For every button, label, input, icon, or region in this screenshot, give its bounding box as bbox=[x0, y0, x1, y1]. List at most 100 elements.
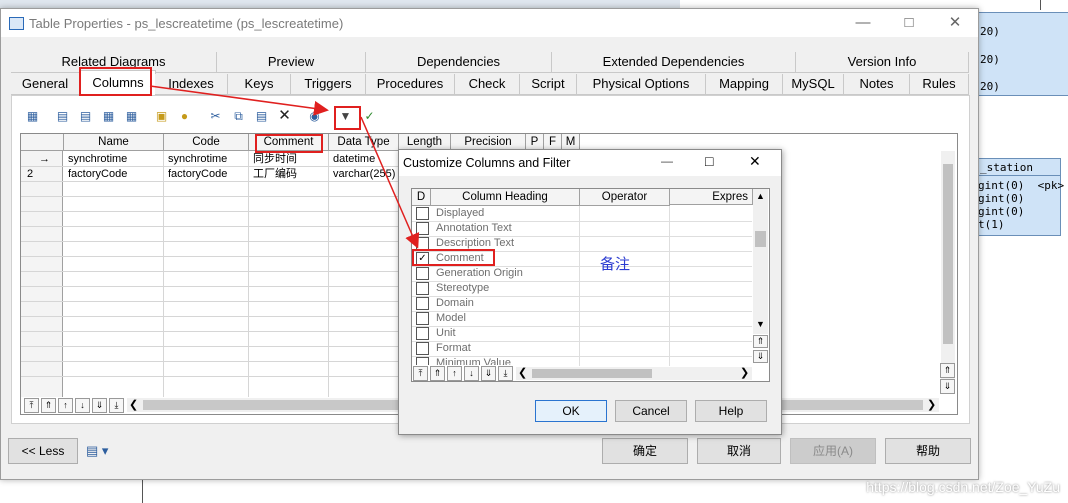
tab-check[interactable]: Check bbox=[455, 74, 520, 95]
move-bottom-icon[interactable]: ⤓ bbox=[498, 366, 513, 381]
scroll-left-icon[interactable]: ❮ bbox=[129, 398, 138, 411]
tab-rules[interactable]: Rules bbox=[910, 74, 969, 95]
list-item[interactable]: Stereotype bbox=[412, 281, 752, 297]
maximize-icon[interactable]: □ bbox=[705, 153, 713, 169]
insert-row-icon[interactable]: ▤ bbox=[54, 108, 71, 124]
move-top-icon[interactable]: ⤒ bbox=[413, 366, 428, 381]
delete-icon[interactable]: ✕ bbox=[276, 108, 293, 124]
find-icon[interactable]: ◉ bbox=[306, 108, 323, 124]
move-page-up-icon[interactable]: ⇑ bbox=[430, 366, 445, 381]
scroll-top-icon[interactable]: ⇑ bbox=[753, 335, 768, 348]
help-button[interactable]: 帮助 bbox=[885, 438, 971, 464]
move-up-icon[interactable]: ↑ bbox=[58, 398, 73, 413]
list-header-operator[interactable]: Operator bbox=[580, 189, 670, 206]
tab-procedures[interactable]: Procedures bbox=[366, 74, 455, 95]
checkbox[interactable] bbox=[416, 312, 429, 325]
checkbox[interactable] bbox=[416, 282, 429, 295]
checkbox[interactable] bbox=[416, 267, 429, 280]
tab-notes[interactable]: Notes bbox=[844, 74, 910, 95]
scroll-up-icon[interactable]: ⇑ bbox=[940, 363, 955, 378]
new-icon[interactable]: ▣ bbox=[153, 108, 170, 124]
list-header-column-heading[interactable]: Column Heading bbox=[431, 189, 580, 206]
checkbox[interactable] bbox=[416, 207, 429, 220]
scroll-bottom-icon[interactable]: ⇓ bbox=[753, 350, 768, 363]
ok-button[interactable]: 确定 bbox=[602, 438, 688, 464]
column-header-datatype[interactable]: Data Type bbox=[329, 134, 399, 151]
table-row-comment[interactable]: 同步时间 bbox=[249, 152, 328, 166]
list-item[interactable]: Generation Origin bbox=[412, 266, 752, 282]
move-down-icon[interactable]: ↓ bbox=[75, 398, 90, 413]
scroll-right-icon[interactable]: ❯ bbox=[927, 398, 936, 411]
list-item[interactable]: Domain bbox=[412, 296, 752, 312]
column-filter-list[interactable]: D Column Heading Operator Expres Display… bbox=[411, 188, 770, 382]
checkbox[interactable] bbox=[416, 297, 429, 310]
checkbox[interactable] bbox=[416, 327, 429, 340]
column-header-name[interactable]: Name bbox=[64, 134, 164, 151]
enable-filter-icon[interactable]: ✓ bbox=[361, 108, 378, 124]
checkbox[interactable] bbox=[416, 342, 429, 355]
tab-general[interactable]: General bbox=[11, 74, 80, 95]
move-up-icon[interactable]: ↑ bbox=[447, 366, 462, 381]
toolbar-menu-icon[interactable]: ▤ ▾ bbox=[86, 443, 108, 459]
add-columns-icon[interactable]: ▦ bbox=[100, 108, 117, 124]
list-header-expression[interactable]: Expres bbox=[670, 189, 753, 205]
list-item[interactable]: Annotation Text bbox=[412, 221, 752, 237]
tab-preview[interactable]: Preview bbox=[217, 52, 366, 73]
cut-icon[interactable]: ✂ bbox=[207, 108, 224, 124]
list-item[interactable]: Model bbox=[412, 311, 752, 327]
maximize-icon[interactable]: □ bbox=[899, 13, 919, 33]
move-bottom-icon[interactable]: ⤓ bbox=[109, 398, 124, 413]
scrollbar-thumb[interactable] bbox=[943, 164, 953, 344]
tab-triggers[interactable]: Triggers bbox=[291, 74, 366, 95]
tab-mapping[interactable]: Mapping bbox=[706, 74, 783, 95]
tab-indexes[interactable]: Indexes bbox=[155, 74, 228, 95]
paste-icon[interactable]: ▤ bbox=[253, 108, 270, 124]
close-icon[interactable]: ✕ bbox=[749, 153, 761, 170]
tab-keys[interactable]: Keys bbox=[228, 74, 291, 95]
table-row-code[interactable]: factoryCode bbox=[164, 167, 248, 181]
scroll-up-icon[interactable]: ▲ bbox=[756, 191, 765, 201]
checkbox[interactable] bbox=[416, 357, 429, 365]
table-row-datatype[interactable]: varchar(255) bbox=[329, 167, 399, 181]
properties-icon[interactable]: ▦ bbox=[24, 108, 41, 124]
scroll-left-icon[interactable]: ❮ bbox=[518, 366, 527, 379]
dialog-ok-button[interactable]: OK bbox=[535, 400, 607, 422]
lightbulb-icon[interactable]: ● bbox=[176, 108, 193, 124]
scroll-right-icon[interactable]: ❯ bbox=[740, 366, 749, 379]
list-vertical-scrollbar[interactable] bbox=[753, 189, 768, 334]
row-number[interactable]: 2 bbox=[23, 167, 63, 181]
reuse-columns-icon[interactable]: ▦ bbox=[123, 108, 140, 124]
list-scrollbar-thumb[interactable] bbox=[755, 231, 766, 247]
scroll-down-icon[interactable]: ▼ bbox=[756, 319, 765, 329]
apply-button[interactable]: 应用(A) bbox=[790, 438, 876, 464]
row-indicator-arrow[interactable]: → bbox=[35, 152, 63, 166]
cancel-button[interactable]: 取消 bbox=[697, 438, 781, 464]
table-row-comment[interactable]: 工厂编码 bbox=[249, 167, 328, 181]
checkbox[interactable] bbox=[416, 222, 429, 235]
tab-physical-options[interactable]: Physical Options bbox=[577, 74, 706, 95]
close-icon[interactable]: ✕ bbox=[945, 13, 965, 33]
add-row-icon[interactable]: ▤ bbox=[77, 108, 94, 124]
list-header-d[interactable]: D bbox=[412, 189, 431, 206]
list-horizontal-thumb[interactable] bbox=[532, 369, 652, 378]
list-item[interactable]: Minimum Value bbox=[412, 356, 752, 365]
minimize-icon[interactable]: — bbox=[661, 154, 673, 168]
list-item[interactable]: Displayed bbox=[412, 206, 752, 222]
list-item[interactable]: Unit bbox=[412, 326, 752, 342]
tab-mysql[interactable]: MySQL bbox=[783, 74, 844, 95]
list-item[interactable]: Format bbox=[412, 341, 752, 357]
table-row-name[interactable]: synchrotime bbox=[64, 152, 163, 166]
table-row-name[interactable]: factoryCode bbox=[64, 167, 163, 181]
minimize-icon[interactable]: — bbox=[853, 13, 873, 33]
table-row-code[interactable]: synchrotime bbox=[164, 152, 248, 166]
less-button[interactable]: << Less bbox=[8, 438, 78, 464]
copy-icon[interactable]: ⧉ bbox=[230, 108, 247, 124]
dialog-help-button[interactable]: Help bbox=[695, 400, 767, 422]
move-page-down-icon[interactable]: ⇓ bbox=[92, 398, 107, 413]
table-row-datatype[interactable]: datetime bbox=[329, 152, 399, 166]
move-page-up-icon[interactable]: ⇑ bbox=[41, 398, 56, 413]
tab-version-info[interactable]: Version Info bbox=[796, 52, 969, 73]
column-header-code[interactable]: Code bbox=[164, 134, 249, 151]
tab-script[interactable]: Script bbox=[520, 74, 577, 95]
move-down-icon[interactable]: ↓ bbox=[464, 366, 479, 381]
